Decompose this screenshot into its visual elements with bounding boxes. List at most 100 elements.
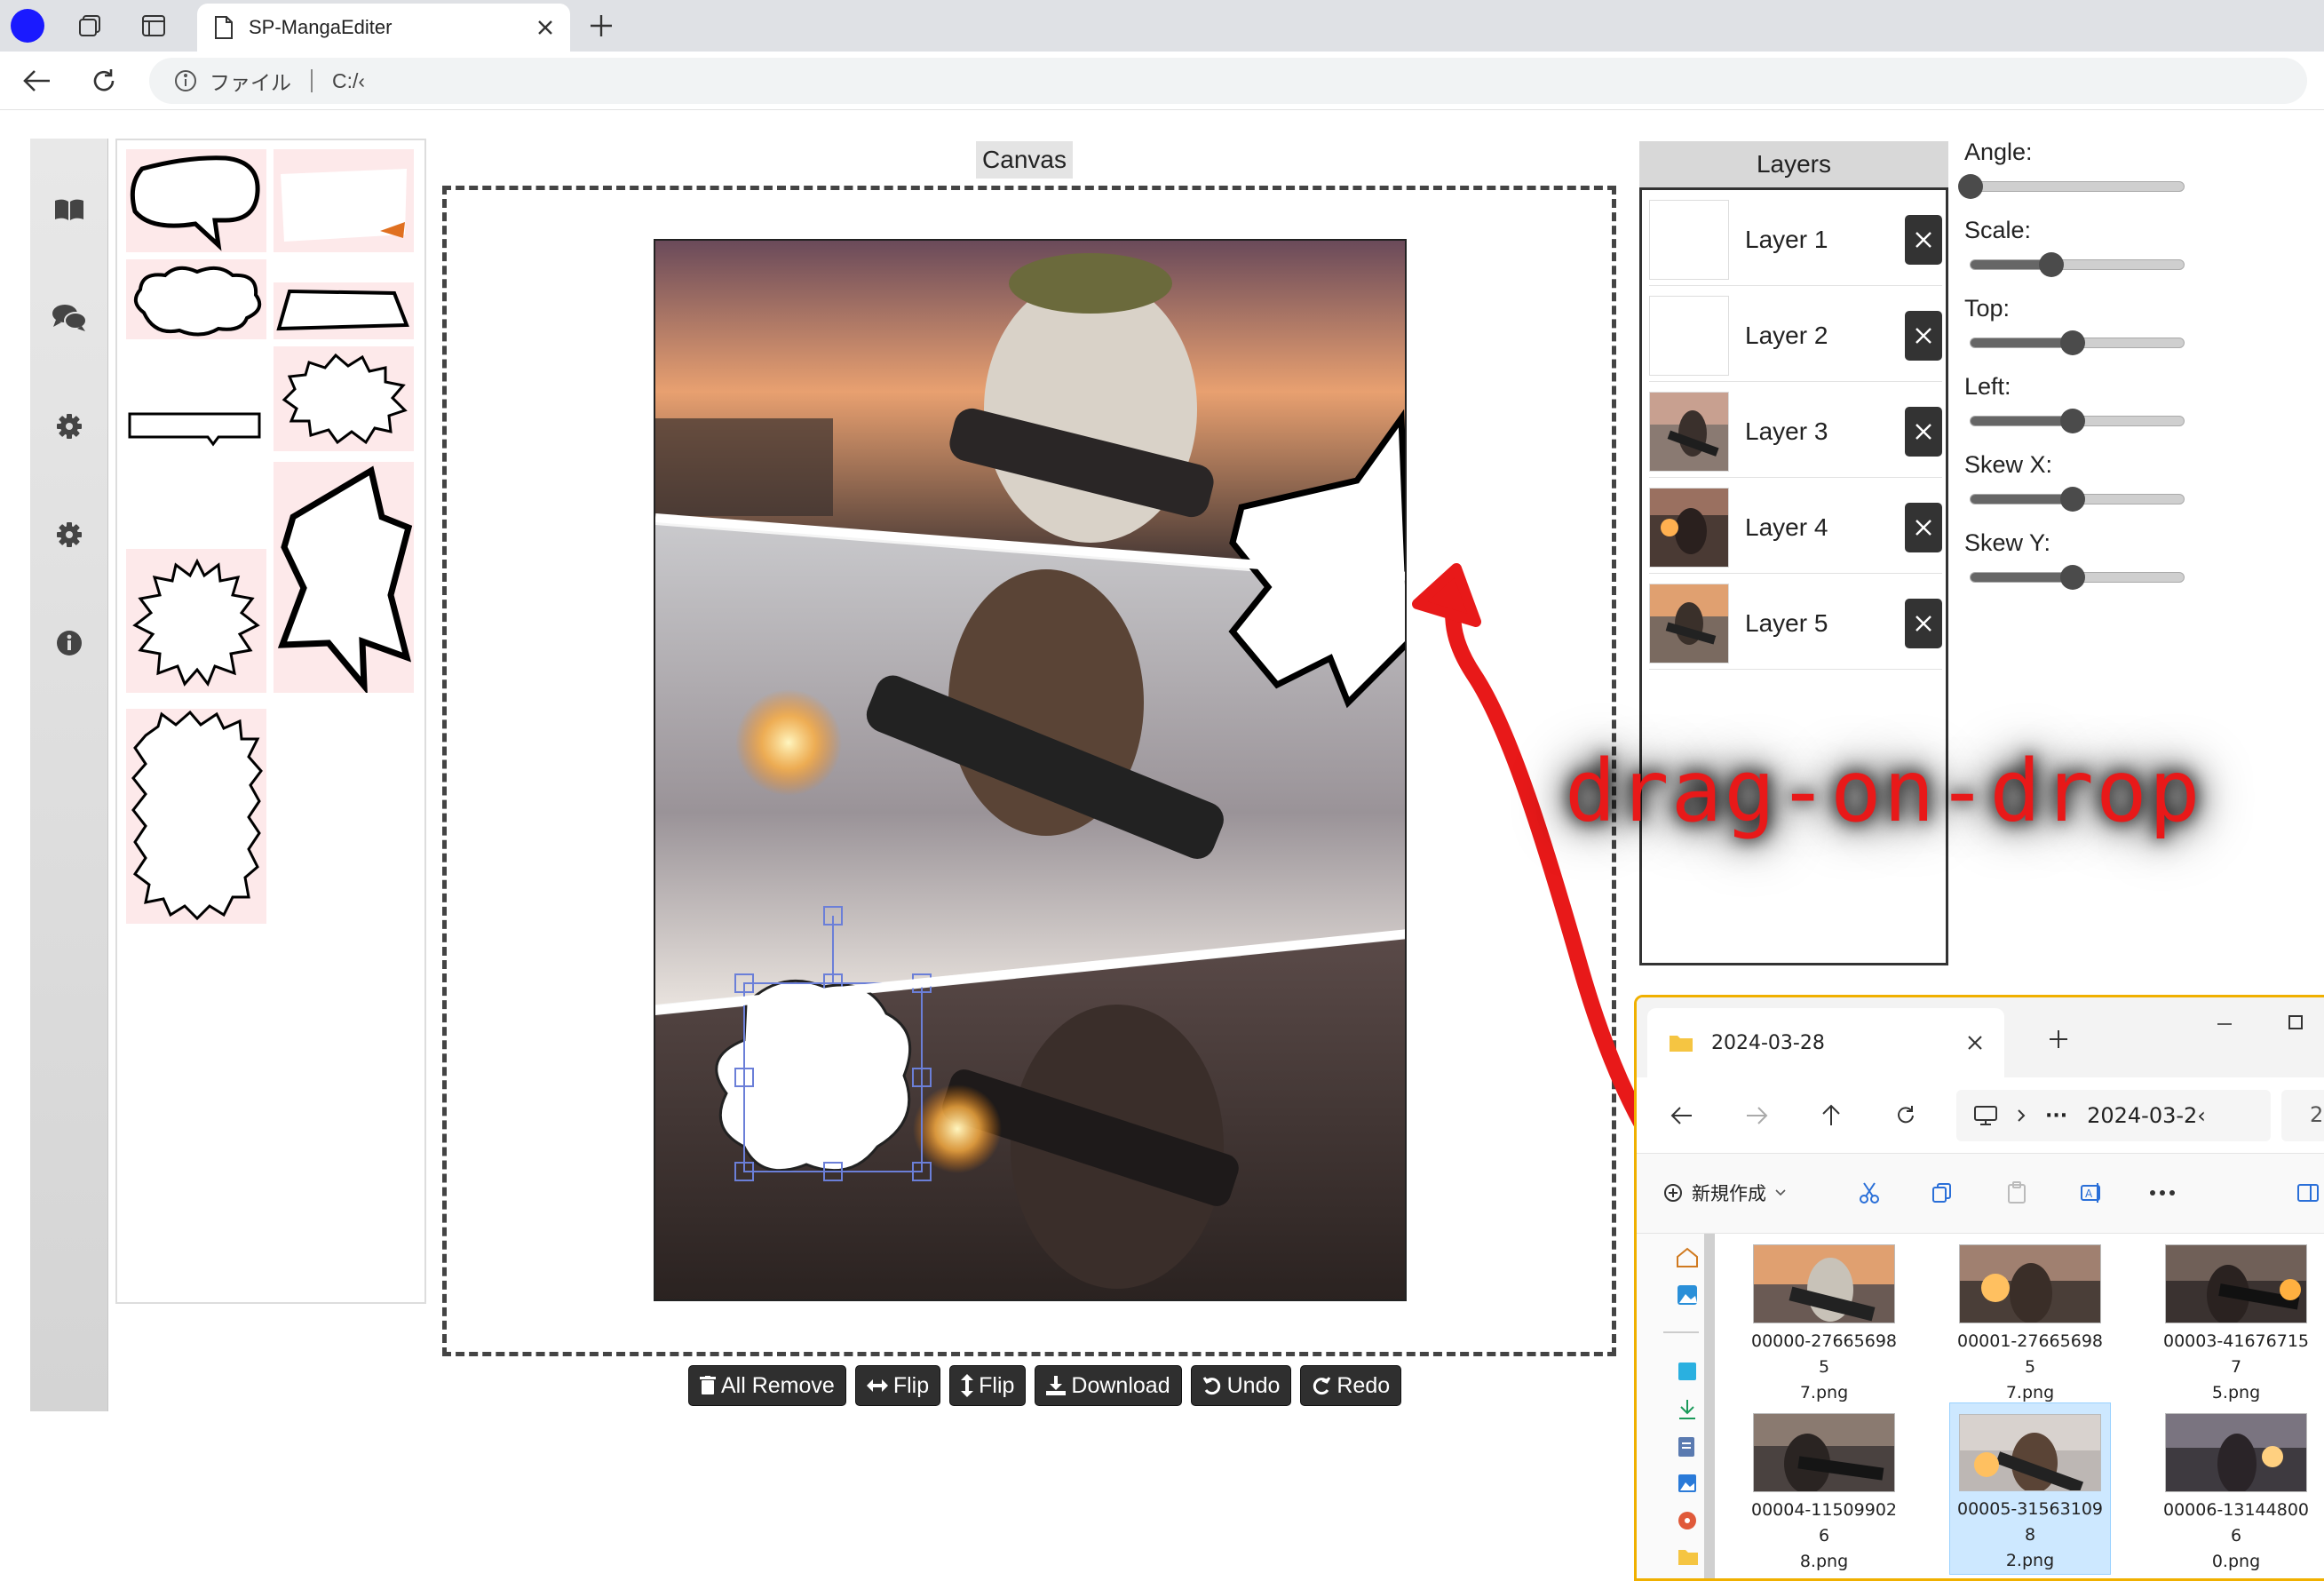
angle-slider[interactable] (1958, 174, 2185, 199)
music-icon[interactable] (1678, 1511, 1697, 1530)
slanted-box-bubble[interactable] (274, 282, 414, 339)
file-name: 00006-131448006 0.png (2159, 1498, 2313, 1575)
gear-icon[interactable] (52, 517, 87, 552)
skew-x-slider-thumb[interactable] (2060, 487, 2086, 512)
documents-icon[interactable] (1678, 1436, 1695, 1458)
explorer-tab[interactable]: 2024-03-28 (1647, 1008, 2004, 1077)
forward-arrow-icon[interactable] (1736, 1095, 1777, 1136)
close-tab-icon[interactable] (1967, 1035, 1983, 1051)
reload-icon[interactable] (83, 60, 124, 101)
spiky-rectangle-bubble[interactable] (126, 709, 266, 924)
address-bar[interactable]: ファイル C:/‹ (149, 58, 2307, 104)
explorer-search-box[interactable]: 20 (2281, 1090, 2324, 1141)
pictures-icon[interactable] (1678, 1474, 1697, 1493)
shout-bubble-large[interactable] (274, 462, 414, 693)
left-slider-fill (1971, 417, 2074, 425)
burst-circle-bubble[interactable] (126, 549, 266, 693)
details-pane-icon[interactable] (2288, 1173, 2324, 1212)
layer-name: Layer 1 (1745, 225, 1828, 253)
paste-icon[interactable] (1997, 1173, 2036, 1212)
arrows-vertical-icon (961, 1374, 974, 1397)
up-arrow-icon[interactable] (1811, 1095, 1852, 1136)
desktop-icon[interactable] (1678, 1362, 1697, 1381)
close-icon (1916, 327, 1931, 344)
profile-avatar-icon[interactable] (9, 7, 46, 44)
delete-layer-button[interactable] (1905, 502, 1942, 552)
flip-horizontal-button[interactable]: Flip (854, 1365, 941, 1406)
gear-icon[interactable] (52, 409, 87, 444)
manga-page-canvas[interactable] (654, 239, 1407, 1301)
cloud-bubble[interactable] (126, 259, 266, 339)
rounded-speech-bubble[interactable] (126, 149, 266, 252)
file-item[interactable]: 00001-276656985 7.png (1949, 1234, 2111, 1406)
explorer-scrollbar[interactable] (1704, 1234, 1715, 1578)
cut-icon[interactable] (1850, 1173, 1889, 1212)
scale-slider-thumb[interactable] (2039, 252, 2065, 277)
skew-x-slider[interactable] (1970, 487, 2185, 512)
new-tab-icon[interactable] (583, 7, 620, 44)
home-icon[interactable] (1676, 1246, 1699, 1269)
layer-name: Layer 3 (1745, 417, 1828, 445)
info-circle-icon[interactable] (52, 625, 87, 661)
angle-slider-thumb[interactable] (1958, 174, 1983, 199)
file-item[interactable]: 00004-115099026 8.png (1743, 1402, 1905, 1575)
new-tab-icon[interactable] (2049, 1029, 2068, 1049)
new-item-button[interactable]: 新規作成 (1663, 1173, 1786, 1212)
delete-layer-button[interactable] (1905, 598, 1942, 648)
canvas-toolbar: All Remove Flip Flip Download Undo Redo (688, 1365, 1402, 1406)
undo-button[interactable]: Undo (1190, 1365, 1292, 1406)
delete-layer-button[interactable] (1905, 214, 1942, 265)
layer-row[interactable]: Layer 3 (1649, 385, 1942, 478)
file-name: 00005-315631098 2.png (1953, 1497, 2107, 1574)
top-slider[interactable] (1970, 330, 2185, 355)
file-item[interactable]: 00000-276656985 7.png (1743, 1234, 1905, 1406)
layer-name: Layer 2 (1745, 321, 1828, 349)
skew-y-slider[interactable] (1970, 565, 2185, 590)
breadcrumb-overflow-icon[interactable]: ··· (2045, 1105, 2067, 1127)
back-arrow-icon[interactable] (16, 60, 57, 101)
layer-row[interactable]: Layer 4 (1649, 481, 1942, 574)
maximize-icon[interactable] (2287, 1013, 2304, 1031)
scale-label: Scale: (1964, 217, 2032, 243)
explorer-address-bar[interactable]: ··· 2024-03-2‹ (1956, 1090, 2271, 1141)
flip-vertical-label: Flip (979, 1372, 1015, 1398)
download-button[interactable]: Download (1035, 1365, 1182, 1406)
file-item[interactable]: 00003-416767157 5.png (2155, 1234, 2317, 1406)
scale-slider[interactable] (1970, 252, 2185, 277)
file-item-selected[interactable]: 00005-315631098 2.png (1949, 1402, 2111, 1575)
left-slider-thumb[interactable] (2060, 409, 2086, 433)
comments-icon[interactable] (52, 300, 87, 336)
minimize-icon[interactable] (2216, 1015, 2233, 1033)
skew-y-slider-thumb[interactable] (2060, 565, 2086, 590)
more-options-icon[interactable] (2143, 1173, 2182, 1212)
gallery-icon[interactable] (1676, 1283, 1699, 1307)
layer-row[interactable]: Layer 1 (1649, 194, 1942, 286)
book-icon[interactable] (52, 192, 87, 227)
info-icon[interactable] (174, 69, 197, 92)
left-slider[interactable] (1970, 409, 2185, 433)
file-item[interactable]: 00006-131448006 0.png (2155, 1402, 2317, 1575)
folder-icon[interactable] (1678, 1548, 1699, 1566)
all-remove-button[interactable]: All Remove (688, 1365, 846, 1406)
refresh-icon[interactable] (1885, 1095, 1926, 1136)
back-arrow-icon[interactable] (1662, 1095, 1702, 1136)
copy-icon[interactable] (1923, 1173, 1962, 1212)
rough-rectangle-bubble[interactable] (274, 149, 414, 252)
close-tab-icon[interactable] (536, 19, 554, 36)
layer-row[interactable]: Layer 5 (1649, 577, 1942, 670)
delete-layer-button[interactable] (1905, 406, 1942, 457)
rename-icon[interactable]: A (2072, 1173, 2111, 1212)
top-slider-thumb[interactable] (2060, 330, 2086, 355)
flip-vertical-button[interactable]: Flip (949, 1365, 1027, 1406)
delete-layer-button[interactable] (1905, 310, 1942, 361)
tab-actions-icon[interactable] (135, 7, 172, 44)
workspaces-icon[interactable] (71, 7, 108, 44)
download-label: Download (1071, 1372, 1170, 1398)
layer-row[interactable]: Layer 2 (1649, 290, 1942, 382)
spiky-oval-bubble[interactable] (274, 346, 414, 451)
browser-tab[interactable]: SP-MangaEditer (197, 4, 570, 52)
downloads-icon[interactable] (1678, 1399, 1697, 1420)
redo-button[interactable]: Redo (1300, 1365, 1402, 1406)
layer-name: Layer 4 (1745, 512, 1828, 541)
caption-box-bubble[interactable] (126, 346, 266, 451)
